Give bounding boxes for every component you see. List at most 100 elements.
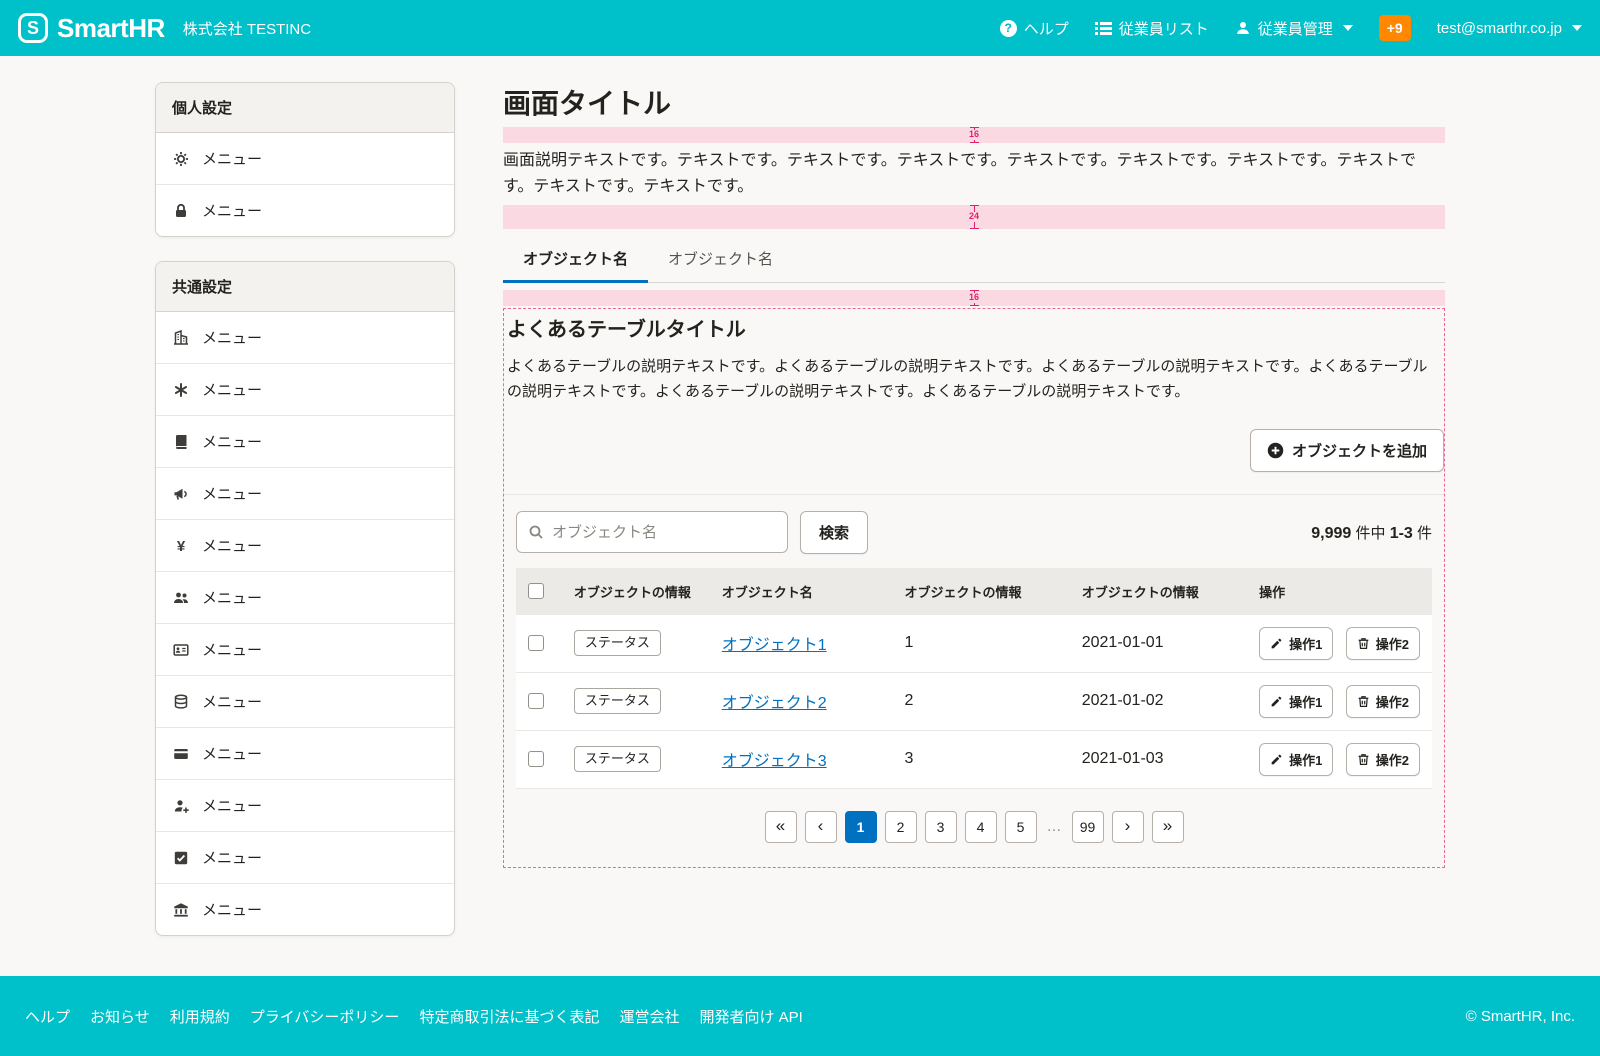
chevron-down-icon xyxy=(1343,25,1353,31)
object-link[interactable]: オブジェクト3 xyxy=(722,753,827,770)
header-nav: ? ヘルプ 従業員リスト 従業員管理 +9 test@smarthr.co.jp xyxy=(1000,15,1582,41)
pagination-page-button[interactable]: 4 xyxy=(965,811,997,843)
pagination-page-button[interactable]: 5 xyxy=(1005,811,1037,843)
account-email: test@smarthr.co.jp xyxy=(1437,20,1562,37)
action1-button[interactable]: 操作1 xyxy=(1259,627,1333,660)
sidebar-menu-item[interactable]: メニュー xyxy=(156,185,454,236)
sidebar-menu-item[interactable]: メニュー xyxy=(156,832,454,884)
tab-bar: オブジェクト名 オブジェクト名 xyxy=(503,238,1445,283)
sidebar-section-title: 共通設定 xyxy=(156,262,454,312)
trash-icon xyxy=(1357,753,1370,766)
smarthr-logo-text: SmartHR xyxy=(57,13,165,44)
users-icon xyxy=(172,590,189,606)
copyright: © SmartHR, Inc. xyxy=(1466,1008,1575,1025)
date-cell: 2021-01-03 xyxy=(1070,730,1247,788)
measure-value: 16 xyxy=(967,293,981,303)
object-link[interactable]: オブジェクト1 xyxy=(722,637,827,654)
object-link[interactable]: オブジェクト2 xyxy=(722,695,827,712)
actions-cell: 操作1 操作2 xyxy=(1247,730,1432,788)
tab-object-1[interactable]: オブジェクト名 xyxy=(503,238,648,282)
sidebar-item-label: メニュー xyxy=(202,899,262,920)
notification-badge[interactable]: +9 xyxy=(1379,15,1411,41)
pagination-ellipsis: … xyxy=(1045,818,1064,835)
yen-icon: ¥ xyxy=(172,538,189,554)
sidebar-menu-item[interactable]: ¥ メニュー xyxy=(156,520,454,572)
employee-admin-dropdown[interactable]: 従業員管理 xyxy=(1235,18,1353,39)
sidebar-menu-item[interactable]: メニュー xyxy=(156,364,454,416)
smarthr-logo[interactable]: S SmartHR xyxy=(18,13,165,44)
account-dropdown[interactable]: test@smarthr.co.jp xyxy=(1437,20,1582,37)
footer-link[interactable]: プライバシーポリシー xyxy=(250,1006,400,1027)
table-row: ステータス オブジェクト2 2 2021-01-02 操作1 xyxy=(516,672,1432,730)
footer-link[interactable]: ヘルプ xyxy=(25,1006,70,1027)
user-icon xyxy=(1235,20,1251,36)
help-link[interactable]: ? ヘルプ xyxy=(1000,18,1069,39)
measure-value: 24 xyxy=(967,212,981,222)
sidebar-menu-item[interactable]: メニュー xyxy=(156,624,454,676)
row-checkbox[interactable] xyxy=(528,751,544,767)
search-button[interactable]: 検索 xyxy=(800,511,868,554)
sidebar-menu-item[interactable]: メニュー xyxy=(156,468,454,520)
actions-cell: 操作1 操作2 xyxy=(1247,672,1432,730)
pagination-page-button[interactable]: 1 xyxy=(845,811,877,843)
pagination-prev-button[interactable]: ‹ xyxy=(805,811,837,843)
result-range: 1-3 xyxy=(1390,525,1413,542)
megaphone-icon xyxy=(172,486,189,502)
measure-value: 16 xyxy=(967,130,981,140)
footer-link[interactable]: お知らせ xyxy=(90,1006,150,1027)
help-icon: ? xyxy=(1000,20,1017,37)
footer-links: ヘルプ お知らせ 利用規約 プライバシーポリシー 特定商取引法に基づく表記 運営… xyxy=(25,1006,803,1027)
column-header: オブジェクトの情報 xyxy=(562,568,710,615)
action1-button[interactable]: 操作1 xyxy=(1259,743,1333,776)
action1-button[interactable]: 操作1 xyxy=(1259,685,1333,718)
sidebar-item-label: メニュー xyxy=(202,327,262,348)
pencil-icon xyxy=(1270,753,1283,766)
pagination-next-button[interactable]: › xyxy=(1112,811,1144,843)
column-header: オブジェクトの情報 xyxy=(1070,568,1247,615)
footer-link[interactable]: 利用規約 xyxy=(170,1006,230,1027)
sidebar-menu-item[interactable]: メニュー xyxy=(156,884,454,935)
id-card-icon xyxy=(172,642,189,658)
table-panel: よくあるテーブルタイトル よくあるテーブルの説明テキストです。よくあるテーブルの… xyxy=(503,308,1445,868)
date-cell: 2021-01-02 xyxy=(1070,672,1247,730)
info-cell: 3 xyxy=(892,730,1069,788)
trash-icon xyxy=(1357,637,1370,650)
spacing-annotation-16: 16 xyxy=(503,127,1445,143)
gear-icon xyxy=(172,151,189,167)
footer-link[interactable]: 運営会社 xyxy=(619,1006,679,1027)
action2-button[interactable]: 操作2 xyxy=(1346,743,1420,776)
pagination-page-button[interactable]: 99 xyxy=(1072,811,1104,843)
sidebar-menu-item[interactable]: メニュー xyxy=(156,780,454,832)
add-object-button[interactable]: オブジェクトを追加 xyxy=(1250,429,1444,472)
plus-circle-icon xyxy=(1267,442,1284,459)
table-header-row: オブジェクトの情報 オブジェクト名 オブジェクトの情報 オブジェクトの情報 操作 xyxy=(516,568,1432,615)
sidebar-menu-item[interactable]: メニュー xyxy=(156,676,454,728)
select-all-checkbox[interactable] xyxy=(528,583,544,599)
employee-list-label: 従業員リスト xyxy=(1119,18,1209,39)
pagination-last-button[interactable]: » xyxy=(1152,811,1184,843)
footer-link[interactable]: 特定商取引法に基づく表記 xyxy=(419,1006,599,1027)
status-cell: ステータス xyxy=(562,615,710,673)
sidebar-menu-item[interactable]: メニュー xyxy=(156,312,454,364)
action1-label: 操作1 xyxy=(1289,750,1322,769)
footer-link[interactable]: 開発者向け API xyxy=(699,1006,802,1027)
status-badge: ステータス xyxy=(574,688,661,714)
sidebar-menu-item[interactable]: メニュー xyxy=(156,728,454,780)
sidebar-menu-item[interactable]: メニュー xyxy=(156,572,454,624)
employee-list-link[interactable]: 従業員リスト xyxy=(1095,18,1209,39)
office-building-icon xyxy=(172,330,189,346)
action2-button[interactable]: 操作2 xyxy=(1346,685,1420,718)
pagination-page-button[interactable]: 3 xyxy=(925,811,957,843)
search-input[interactable] xyxy=(552,524,776,541)
pagination-page-button[interactable]: 2 xyxy=(885,811,917,843)
row-checkbox[interactable] xyxy=(528,693,544,709)
page-title: 画面タイトル xyxy=(503,82,1445,122)
sidebar-menu-item[interactable]: メニュー xyxy=(156,416,454,468)
column-header: オブジェクト名 xyxy=(710,568,893,615)
pagination-first-button[interactable]: « xyxy=(765,811,797,843)
sidebar-menu-item[interactable]: メニュー xyxy=(156,133,454,185)
tab-object-2[interactable]: オブジェクト名 xyxy=(648,238,793,282)
row-checkbox[interactable] xyxy=(528,635,544,651)
status-badge: ステータス xyxy=(574,630,661,656)
action2-button[interactable]: 操作2 xyxy=(1346,627,1420,660)
